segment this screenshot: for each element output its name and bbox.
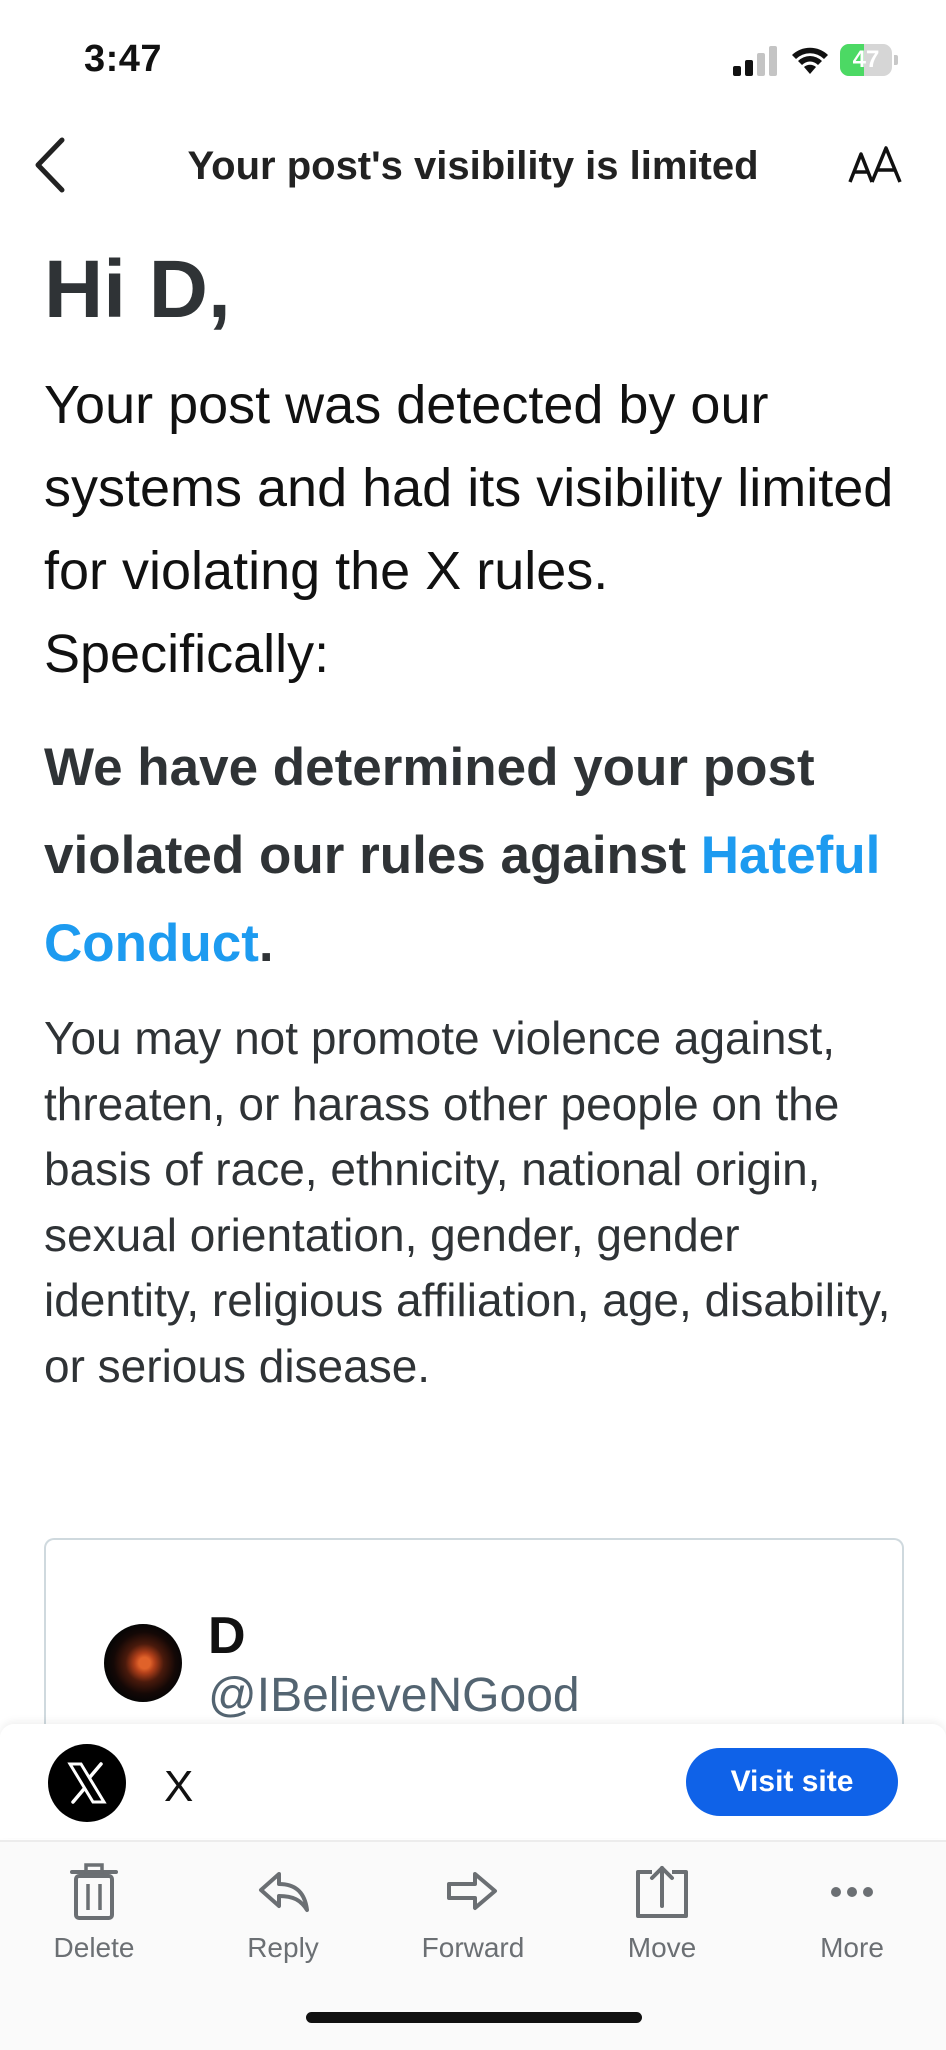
- greeting: Hi D,: [44, 244, 231, 335]
- chevron-left-icon: [35, 137, 65, 193]
- back-button[interactable]: [28, 130, 78, 200]
- post-author-handle: @IBelieveNGood: [208, 1669, 580, 1722]
- x-logo-icon[interactable]: [48, 1744, 126, 1822]
- message-subject: Your post's visibility is limited: [187, 144, 759, 188]
- wifi-icon: [792, 47, 828, 74]
- text-size-icon: [848, 146, 902, 183]
- status-bar: 3:47 47: [0, 0, 946, 120]
- ruling-statement: We have determined your post violated ou…: [44, 724, 904, 988]
- trash-icon: [70, 1863, 118, 1920]
- sender-bar: X Visit site: [0, 1724, 946, 1838]
- move-label: Move: [627, 1932, 697, 1963]
- battery-percent: 47: [852, 46, 880, 73]
- text-size-button[interactable]: [846, 142, 906, 192]
- cellular-signal-icon: [733, 46, 777, 76]
- more-button[interactable]: More: [772, 1862, 932, 1972]
- forward-arrow-icon: [447, 1872, 497, 1910]
- sender-name: X: [164, 1762, 194, 1811]
- post-author-avatar: [104, 1624, 182, 1702]
- reply-label: Reply: [247, 1932, 319, 1963]
- ruling-suffix: .: [258, 914, 274, 973]
- post-author-name: D: [208, 1607, 246, 1665]
- forward-label: Forward: [421, 1932, 525, 1963]
- more-dots-icon: [831, 1887, 873, 1897]
- message-header: Your post's visibility is limited: [0, 120, 946, 220]
- more-label: More: [820, 1932, 884, 1963]
- delete-button[interactable]: Delete: [14, 1862, 174, 1972]
- status-time: 3:47: [84, 38, 163, 80]
- move-button[interactable]: Move: [582, 1862, 742, 1972]
- battery-icon: 47: [840, 44, 898, 76]
- home-indicator[interactable]: [306, 2012, 642, 2023]
- visit-site-button[interactable]: Visit site: [686, 1748, 898, 1816]
- message-body: Hi D, Your post was detected by our syst…: [44, 240, 904, 1399]
- reply-button[interactable]: Reply: [203, 1862, 363, 1972]
- intro-paragraph: Your post was detected by our systems an…: [44, 375, 894, 684]
- reply-icon: [259, 1872, 309, 1912]
- rule-description: You may not promote violence against, th…: [44, 1012, 891, 1392]
- ruling-prefix: We have determined your post violated ou…: [44, 738, 815, 885]
- move-folder-icon: [636, 1866, 688, 1918]
- delete-label: Delete: [53, 1932, 135, 1963]
- forward-button[interactable]: Forward: [393, 1862, 553, 1972]
